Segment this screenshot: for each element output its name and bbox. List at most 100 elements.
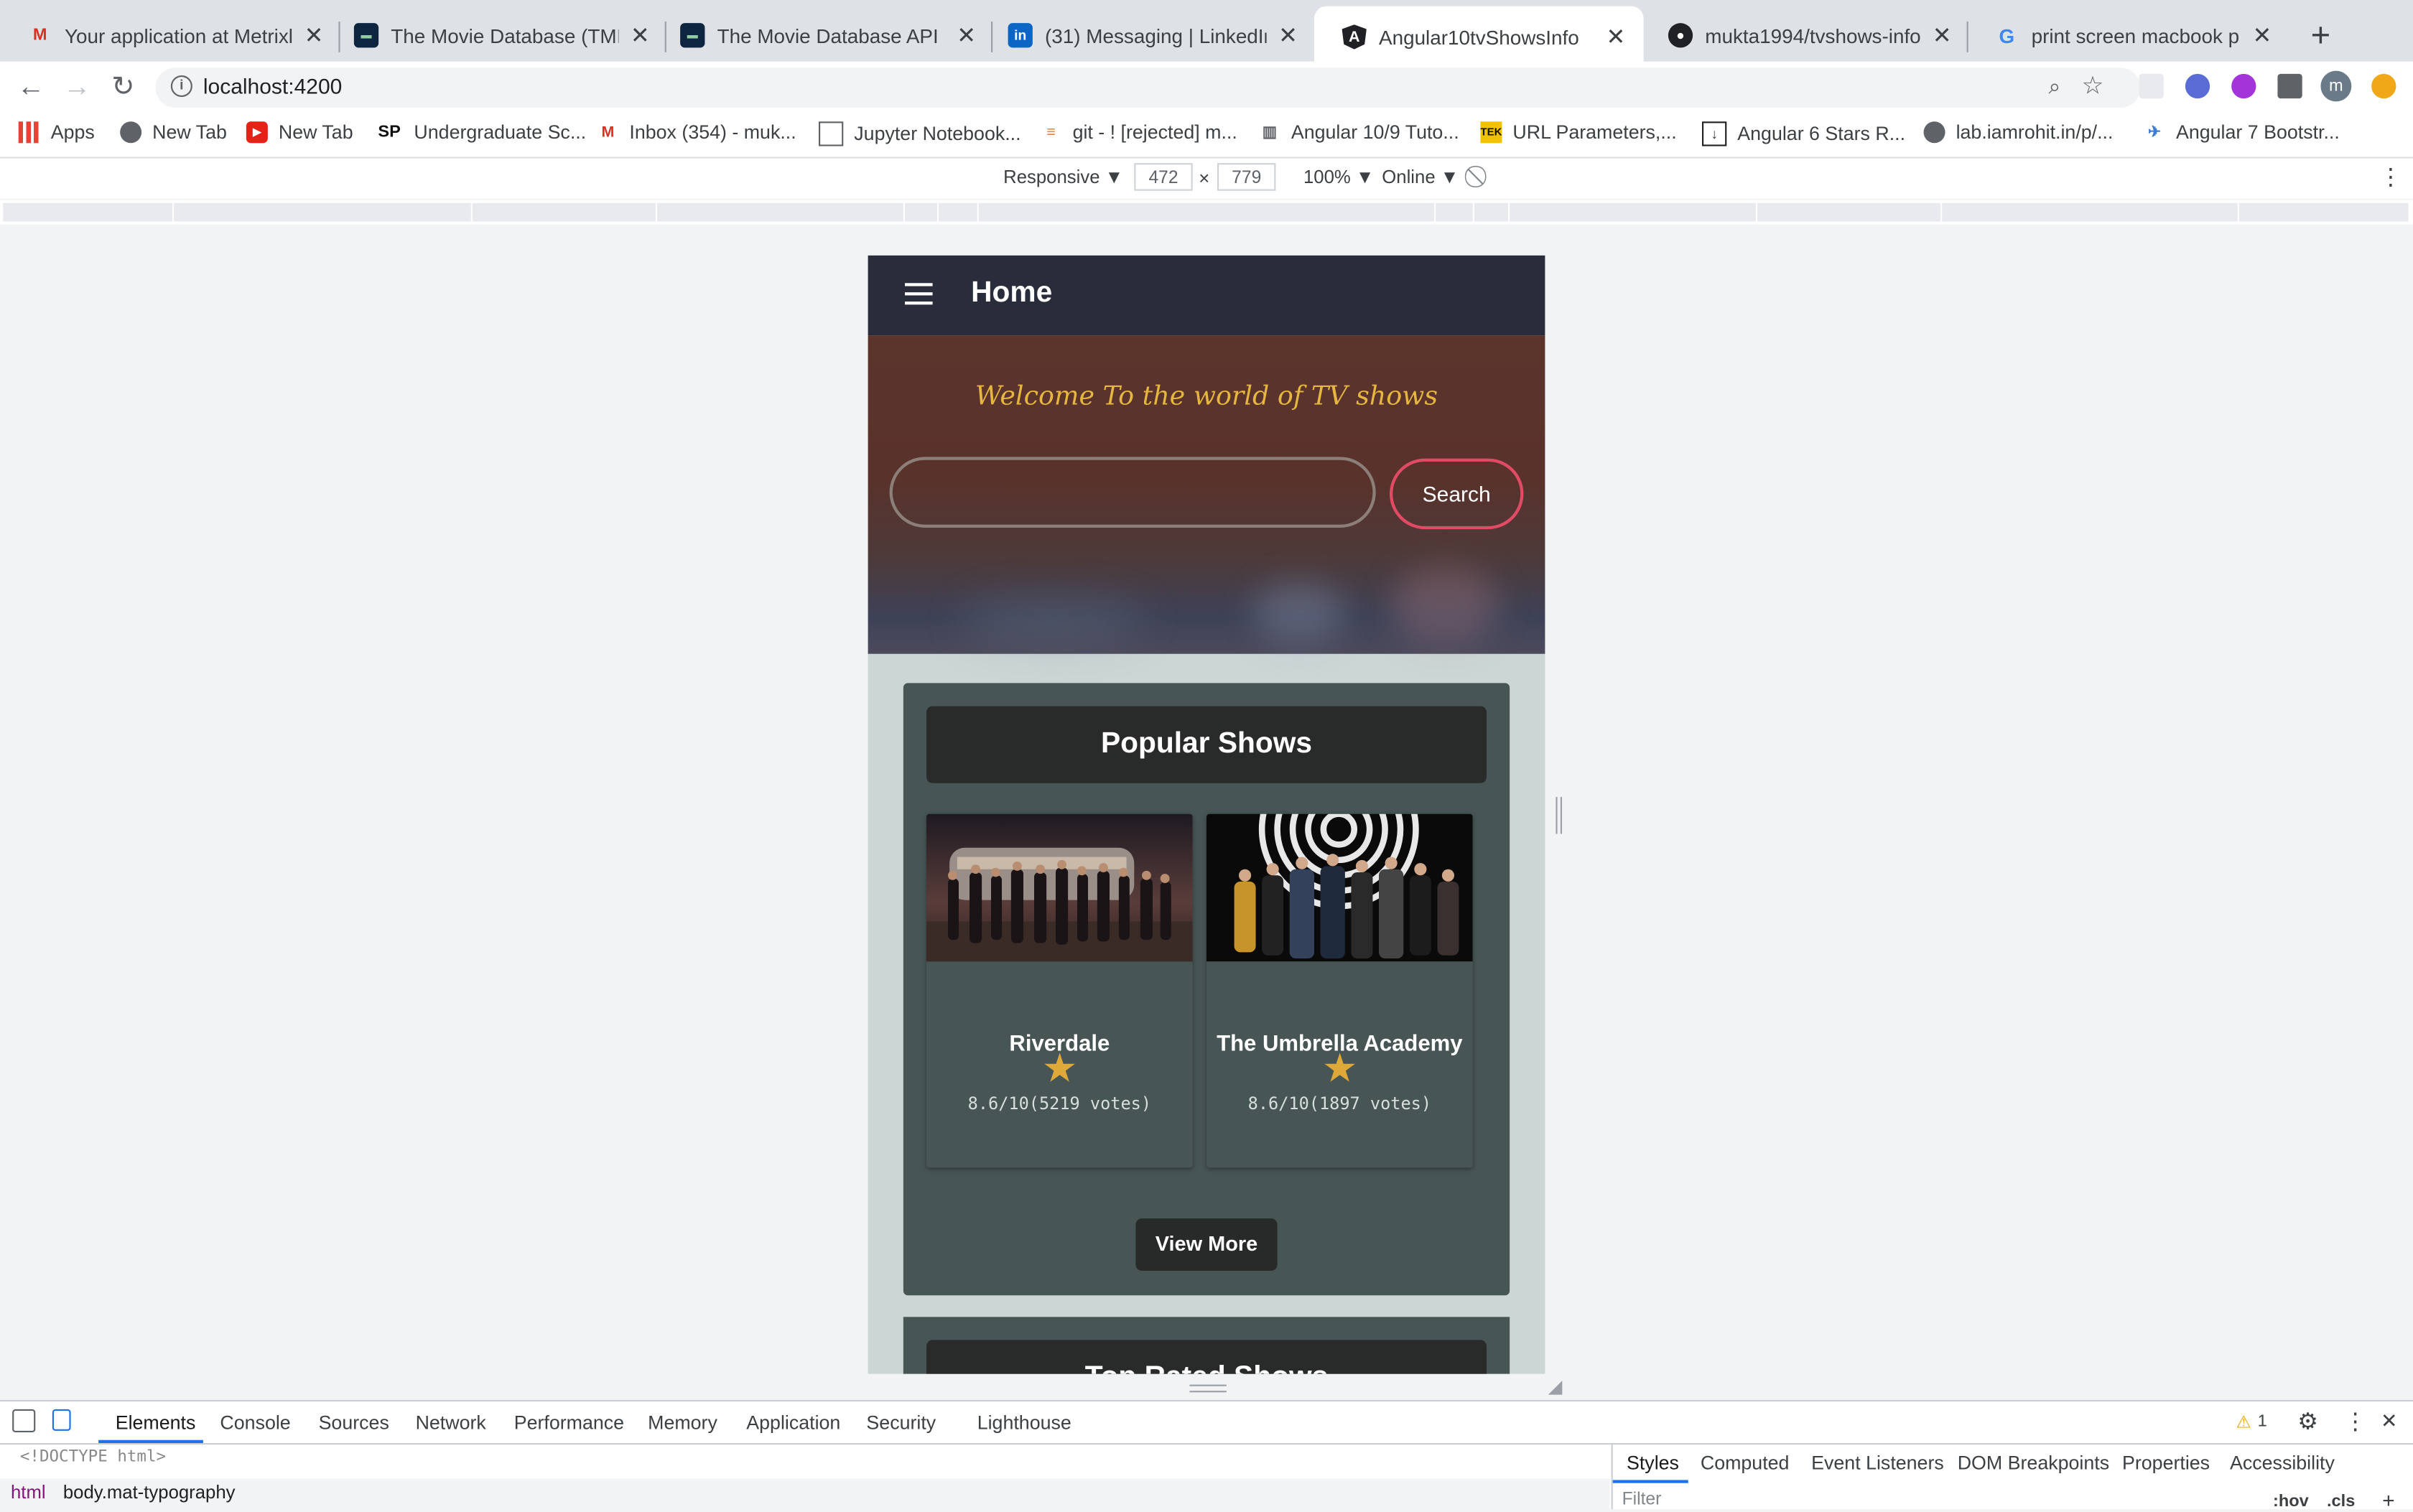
tab-properties[interactable]: Properties (2122, 1452, 2210, 1474)
cls-toggle[interactable]: .cls (2327, 1493, 2355, 1511)
bookmark-item[interactable]: M Inbox (354) - muk... (597, 121, 796, 143)
close-icon[interactable]: ✕ (1604, 23, 1628, 50)
extensions-puzzle-icon[interactable] (2277, 73, 2302, 99)
search-input[interactable] (889, 457, 1376, 528)
doctype-line[interactable]: <!DOCTYPE html> (20, 1447, 166, 1466)
extension-puzzle-faded-icon[interactable] (2139, 73, 2164, 99)
inspect-element-icon[interactable] (12, 1409, 36, 1432)
device-toggle-icon[interactable] (52, 1409, 71, 1431)
settings-gear-icon[interactable]: ⚙ (2297, 1408, 2318, 1435)
tab-console[interactable]: Console (220, 1412, 290, 1434)
close-icon[interactable]: ✕ (1930, 22, 1954, 49)
hov-toggle[interactable]: :hov (2273, 1493, 2309, 1511)
address-bar[interactable]: i localhost:4200 ⌕ ☆ (155, 67, 2141, 108)
show-card-riverdale[interactable]: Riverdale ★ 8.6/10(5219 votes) (926, 813, 1193, 1168)
tab-sources[interactable]: Sources (319, 1412, 389, 1434)
bookmark-star-icon[interactable]: ☆ (2082, 71, 2104, 102)
extension-purple-icon[interactable] (2231, 73, 2256, 99)
bookmark-item[interactable]: lab.iamrohit.in/p/... (1923, 121, 2113, 144)
show-poster-image[interactable] (926, 813, 1193, 962)
bookmark-item[interactable]: ▥ Angular 10/9 Tuto... (1259, 121, 1459, 143)
info-icon[interactable]: i (170, 75, 192, 97)
show-rating: 8.6/10(5219 votes) (967, 1093, 1152, 1114)
bookmark-item[interactable]: ▶ New Tab (246, 121, 353, 144)
elements-tree: <!DOCTYPE html> html body.mat-typography (0, 1445, 1610, 1510)
more-options-icon[interactable]: ⋮ (2379, 163, 2402, 190)
star-icon: ★ (1041, 1045, 1078, 1091)
tab-computed[interactable]: Computed (1701, 1452, 1790, 1474)
close-icon[interactable]: ✕ (954, 22, 979, 49)
new-tab-button[interactable]: + (2302, 15, 2339, 55)
extension-check-icon[interactable] (2185, 73, 2210, 99)
tab-memory[interactable]: Memory (648, 1412, 717, 1434)
more-options-icon[interactable]: ⋮ (2344, 1408, 2367, 1435)
tab-network[interactable]: Network (416, 1412, 486, 1434)
styles-tab-indicator (1612, 1480, 1688, 1483)
viewport-resize-corner-icon[interactable]: ◢ (1548, 1376, 1563, 1397)
url-text[interactable]: localhost:4200 (203, 74, 342, 98)
section-title: Top Rated Shows (926, 1340, 1487, 1374)
reload-button[interactable]: ↻ (108, 71, 139, 102)
tab-dom-breakpoints[interactable]: DOM Breakpoints (1958, 1452, 2109, 1474)
update-icon[interactable] (2371, 73, 2396, 99)
tab-security[interactable]: Security (866, 1412, 936, 1434)
browser-tab-6[interactable]: ● mukta1994/tvshows-info-an ✕ (1640, 9, 1970, 62)
zoom-select[interactable]: 100% ▼ (1303, 166, 1374, 187)
angular-icon: A (1342, 24, 1367, 50)
tab-elements[interactable]: Elements (116, 1412, 196, 1434)
viewport-width-input[interactable]: 472 (1134, 163, 1193, 191)
page-title: Home (971, 276, 1053, 309)
styles-sidebar: Styles Computed Event Listeners DOM Brea… (1611, 1445, 2413, 1512)
bookmarks-bar: Apps New Tab ▶ New Tab SP Undergraduate … (0, 111, 2413, 159)
tab-styles[interactable]: Styles (1627, 1452, 1679, 1474)
tmdb-icon: ▬ (680, 23, 705, 48)
bookmark-apps[interactable]: Apps (18, 121, 95, 144)
bookmark-item[interactable]: ≡ git - ! [rejected] m... (1041, 121, 1237, 143)
breadcrumb-body[interactable]: body.mat-typography (63, 1482, 236, 1503)
viewport-resize-handle-bottom[interactable] (1189, 1384, 1227, 1393)
bookmark-item[interactable]: New Tab (120, 121, 227, 144)
tab-performance[interactable]: Performance (514, 1412, 624, 1434)
warning-icon[interactable]: ⚠ (2236, 1412, 2251, 1432)
back-button[interactable]: ← (15, 71, 46, 102)
show-card-umbrella-academy[interactable]: The Umbrella Academy ★ 8.6/10(1897 votes… (1206, 813, 1473, 1168)
tab-accessibility[interactable]: Accessibility (2230, 1452, 2335, 1474)
tab-title: (31) Messaging | LinkedIn (1045, 24, 1267, 47)
close-icon[interactable]: ✕ (302, 22, 326, 49)
close-icon[interactable]: ✕ (2250, 22, 2274, 49)
close-icon[interactable]: ✕ (1275, 22, 1300, 49)
browser-tab-4[interactable]: in (31) Messaging | LinkedIn ✕ (980, 9, 1316, 62)
tab-lighthouse[interactable]: Lighthouse (977, 1412, 1071, 1434)
tab-application[interactable]: Application (746, 1412, 840, 1434)
bookmark-item[interactable]: ↓ Angular 6 Stars R... (1702, 121, 1905, 146)
welcome-heading: Welcome To the world of TV shows (975, 381, 1438, 413)
filter-input[interactable]: Filter (1622, 1490, 1662, 1509)
media-query-bar[interactable] (0, 200, 2413, 225)
hamburger-menu-icon[interactable] (905, 283, 933, 305)
zoom-icon[interactable]: ⌕ (2048, 74, 2060, 100)
browser-tab-2[interactable]: ▬ The Movie Database (TMDb) ✕ (326, 9, 668, 62)
close-devtools-icon[interactable]: ✕ (2381, 1409, 2397, 1434)
viewport-height-input[interactable]: 779 (1217, 163, 1276, 191)
device-mode-select[interactable]: Responsive ▼ (1003, 166, 1123, 187)
breadcrumb-html[interactable]: html (11, 1482, 46, 1503)
tab-event-listeners[interactable]: Event Listeners (1811, 1452, 1944, 1474)
forward-button[interactable]: → (62, 71, 93, 102)
add-rule-icon[interactable]: + (2382, 1488, 2395, 1512)
browser-tab-7[interactable]: G print screen macbook pro - G ✕ (1967, 9, 2290, 62)
bookmark-item[interactable]: TEK URL Parameters,... (1480, 121, 1677, 144)
bookmark-item[interactable]: ✈ Angular 7 Bootstr... (2144, 121, 2340, 143)
close-icon[interactable]: ✕ (628, 22, 652, 49)
bookmark-item[interactable]: Jupyter Notebook... (819, 121, 1021, 146)
browser-tab-1[interactable]: M Your application at Metrixlab ✕ (0, 9, 342, 62)
viewport-resize-handle-right[interactable] (1556, 797, 1562, 834)
show-poster-image[interactable] (1206, 813, 1473, 962)
browser-tab-5[interactable]: A Angular10tvShowsInfo ✕ (1314, 6, 1644, 68)
browser-tab-3[interactable]: ▬ The Movie Database API ✕ (653, 9, 995, 62)
bookmark-item[interactable]: SP Undergraduate Sc... (376, 121, 586, 143)
warning-count[interactable]: 1 (2258, 1412, 2267, 1431)
network-throttle-select[interactable]: Online ▼ (1382, 166, 1459, 187)
view-more-button[interactable]: View More (1135, 1218, 1278, 1271)
search-button[interactable]: Search (1389, 458, 1524, 530)
profile-avatar[interactable]: m (2320, 70, 2352, 102)
